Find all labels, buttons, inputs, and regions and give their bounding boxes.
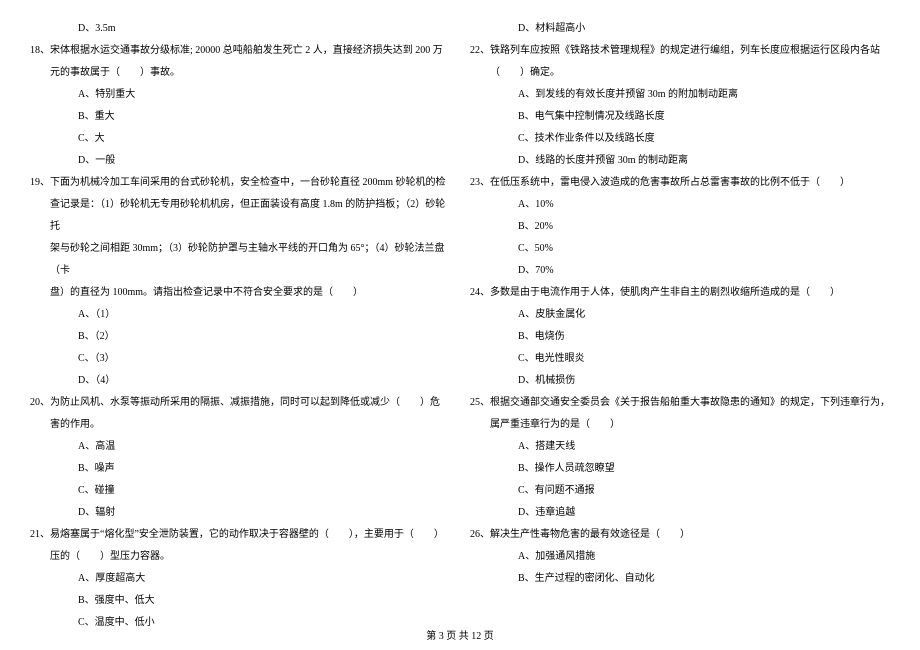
question-20: 20、为防止风机、水泵等振动所采用的隔振、减振措施，同时可以起到降低或减少（ ）… <box>30 392 450 414</box>
option-20d: D、辐射 <box>30 502 450 524</box>
question-19: 19、下面为机械冷加工车间采用的台式砂轮机，安全检查中，一台砂轮直径 200mm… <box>30 172 450 194</box>
option-21b: B、强度中、低大 <box>30 590 450 612</box>
option-24a: A、皮肤金属化 <box>470 304 890 326</box>
option-21d: D、材料超高小 <box>470 18 890 40</box>
option-26b: B、生产过程的密闭化、自动化 <box>470 568 890 590</box>
right-column: D、材料超高小 22、铁路列车应按照《铁路技术管理规程》的规定进行编组，列车长度… <box>470 18 890 634</box>
option-21a: A、厚度超高大 <box>30 568 450 590</box>
option-18a: A、特别重大 <box>30 84 450 106</box>
question-25-cont: 属严重违章行为的是（ ） <box>470 414 890 436</box>
option-18d: D、一般 <box>30 150 450 172</box>
option-20b: B、噪声 <box>30 458 450 480</box>
option-23b: B、20% <box>470 216 890 238</box>
question-19-cont2: 架与砂轮之间相距 30mm；（3）砂轮防护罩与主轴水平线的开口角为 65°；（4… <box>30 238 450 282</box>
question-19-cont1: 查记录是：（1）砂轮机无专用砂轮机机房，但正面装设有高度 1.8m 的防护挡板；… <box>30 194 450 238</box>
page-footer: 第 3 页 共 12 页 <box>0 627 920 642</box>
question-19-cont3: 盘）的直径为 100mm。请指出检查记录中不符合安全要求的是（ ） <box>30 282 450 304</box>
option-24d: D、机械损伤 <box>470 370 890 392</box>
option-25b: B、操作人员疏忽瞭望 <box>470 458 890 480</box>
option-18c: C、大 <box>30 128 450 150</box>
option-23a: A、10% <box>470 194 890 216</box>
left-column: D、3.5m 18、宋体根据水运交通事故分级标准; 20000 总吨船舶发生死亡… <box>30 18 450 634</box>
option-25a: A、搭建天线 <box>470 436 890 458</box>
option-22a: A、到发线的有效长度并预留 30m 的附加制动距离 <box>470 84 890 106</box>
question-21-cont: 压的（ ）型压力容器。 <box>30 546 450 568</box>
option-23d: D、70% <box>470 260 890 282</box>
question-25: 25、根据交通部交通安全委员会《关于报告船舶重大事故隐患的通知》的规定，下列违章… <box>470 392 890 414</box>
option-19c: C、（3） <box>30 348 450 370</box>
option-22b: B、电气集中控制情况及线路长度 <box>470 106 890 128</box>
question-22-cont: （ ）确定。 <box>470 62 890 84</box>
option-24b: B、电烧伤 <box>470 326 890 348</box>
option-22c: C、技术作业条件以及线路长度 <box>470 128 890 150</box>
option-18b: B、重大 <box>30 106 450 128</box>
option-19b: B、（2） <box>30 326 450 348</box>
question-23: 23、在低压系统中，雷电侵入波造成的危害事故所占总雷害事故的比例不低于（ ） <box>470 172 890 194</box>
option-20a: A、高温 <box>30 436 450 458</box>
option-26a: A、加强通风措施 <box>470 546 890 568</box>
question-21: 21、易熔塞属于“熔化型”安全泄防装置，它的动作取决于容器壁的（ ），主要用于（… <box>30 524 450 546</box>
option-19a: A、（1） <box>30 304 450 326</box>
option-23c: C、50% <box>470 238 890 260</box>
page-content: D、3.5m 18、宋体根据水运交通事故分级标准; 20000 总吨船舶发生死亡… <box>0 0 920 634</box>
option-17d: D、3.5m <box>30 18 450 40</box>
option-19d: D、（4） <box>30 370 450 392</box>
question-26: 26、解决生产性毒物危害的最有效途径是（ ） <box>470 524 890 546</box>
option-25d: D、违章追越 <box>470 502 890 524</box>
question-18: 18、宋体根据水运交通事故分级标准; 20000 总吨船舶发生死亡 2 人，直接… <box>30 40 450 62</box>
option-22d: D、线路的长度并预留 30m 的制动距离 <box>470 150 890 172</box>
question-22: 22、铁路列车应按照《铁路技术管理规程》的规定进行编组，列车长度应根据运行区段内… <box>470 40 890 62</box>
option-24c: C、电光性眼炎 <box>470 348 890 370</box>
option-20c: C、碰撞 <box>30 480 450 502</box>
option-25c: C、有问题不通报 <box>470 480 890 502</box>
question-20-cont: 害的作用。 <box>30 414 450 436</box>
question-18-cont: 元的事故属于（ ）事故。 <box>30 62 450 84</box>
question-24: 24、多数是由于电流作用于人体，使肌肉产生非自主的剧烈收缩所造成的是（ ） <box>470 282 890 304</box>
